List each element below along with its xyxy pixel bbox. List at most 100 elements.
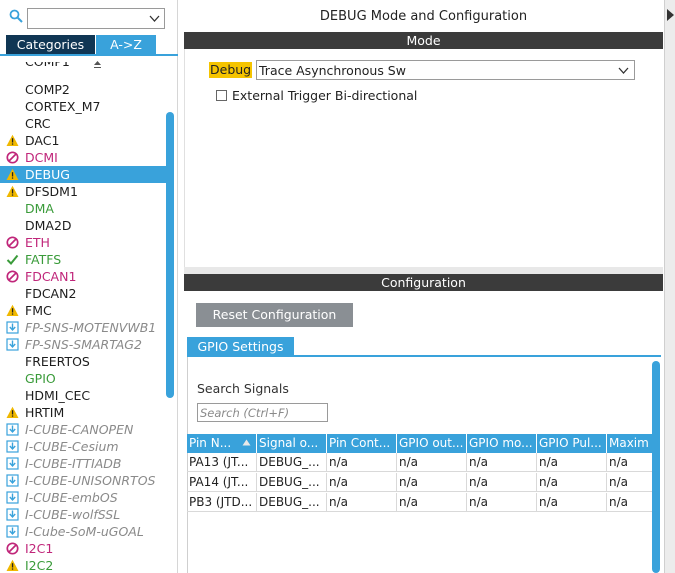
- list-item[interactable]: COMP1: [0, 62, 166, 72]
- list-item-label: COMP1: [25, 62, 70, 70]
- sidebar-item-fdcan1[interactable]: FDCAN1: [0, 268, 166, 285]
- sidebar-item-i-cube-ittiadb[interactable]: I-CUBE-ITTIADB: [0, 455, 166, 472]
- section-splitter[interactable]: [184, 267, 663, 274]
- column-header-label: Maxim: [609, 436, 649, 450]
- component-list-scrollbar[interactable]: [166, 112, 174, 398]
- sidebar-item-eth[interactable]: ETH: [0, 234, 166, 251]
- sidebar-item-label: DFSDM1: [25, 184, 78, 199]
- column-header[interactable]: GPIO mo...: [467, 434, 537, 453]
- tab-categories[interactable]: Categories: [6, 35, 95, 54]
- mode-section: [184, 49, 663, 267]
- pack-download-icon: [6, 338, 19, 351]
- column-header[interactable]: Signal o...: [257, 434, 327, 453]
- debug-mode-select[interactable]: Trace Asynchronous Sw: [256, 60, 635, 80]
- sidebar-item-comp2[interactable]: COMP2: [0, 81, 166, 98]
- column-header[interactable]: GPIO out...: [397, 434, 467, 453]
- error-icon: [6, 270, 19, 283]
- sidebar-item-label: I-CUBE-embOS: [25, 490, 118, 505]
- table-row[interactable]: PB3 (JTD... DEBUG_... n/a n/a n/a n/a n/a: [187, 493, 652, 512]
- mode-header: Mode: [184, 32, 663, 49]
- column-header[interactable]: Pin Cont...: [327, 434, 397, 453]
- component-search-combo[interactable]: [27, 8, 165, 29]
- sidebar-item-label: I2C1: [25, 541, 54, 556]
- sidebar-item-i-cube-wolfssl[interactable]: I-CUBE-wolfSSL: [0, 506, 166, 523]
- collapse-arrow-icon[interactable]: [666, 8, 675, 22]
- external-trigger-label: External Trigger Bi-directional: [232, 88, 418, 103]
- sidebar-item-dcmi[interactable]: DCMI: [0, 149, 166, 166]
- sidebar-item-i-cube-embos[interactable]: I-CUBE-embOS: [0, 489, 166, 506]
- sidebar-item-fp-sns-motenvwb1[interactable]: FP-SNS-MOTENVWB1: [0, 319, 166, 336]
- column-header-label: GPIO mo...: [469, 436, 533, 450]
- sidebar-item-hdmi-cec[interactable]: HDMI_CEC: [0, 387, 166, 404]
- sidebar-item-label: GPIO: [25, 371, 56, 386]
- column-header[interactable]: Maxim: [607, 434, 652, 453]
- sidebar-item-label: I-CUBE-Cesium: [25, 439, 119, 454]
- sidebar-item-dfsdm1[interactable]: DFSDM1: [0, 183, 166, 200]
- chevron-down-icon[interactable]: [149, 13, 160, 24]
- sidebar-item-fatfs[interactable]: FATFS: [0, 251, 166, 268]
- sidebar-item-i-cube-som-ugoal[interactable]: I-Cube-SoM-uGOAL: [0, 523, 166, 540]
- component-search-row: [0, 0, 178, 34]
- sidebar-item-i2c2[interactable]: I2C2: [0, 557, 166, 573]
- sidebar-item-debug[interactable]: DEBUG: [0, 166, 166, 183]
- sidebar-item-label: FDCAN2: [25, 286, 77, 301]
- tab-gpio-settings[interactable]: GPIO Settings: [187, 337, 294, 356]
- sidebar-item-gpio[interactable]: GPIO: [0, 370, 166, 387]
- reset-configuration-button[interactable]: Reset Configuration: [196, 303, 353, 327]
- search-signals-field[interactable]: [197, 403, 328, 422]
- column-header[interactable]: Pin N...: [187, 434, 257, 453]
- sidebar-item-label: ETH: [25, 235, 50, 250]
- sidebar-item-dac1[interactable]: DAC1: [0, 132, 166, 149]
- gpio-panel-scrollbar[interactable]: [652, 361, 660, 573]
- warning-icon: [6, 168, 19, 180]
- column-header-label: GPIO out...: [399, 436, 464, 450]
- search-signals-input[interactable]: [198, 404, 324, 421]
- sidebar-item-label: FP-SNS-SMARTAG2: [25, 337, 142, 352]
- column-header-label: Signal o...: [259, 436, 319, 450]
- sidebar-item-label: I-CUBE-wolfSSL: [25, 507, 121, 522]
- table-row[interactable]: PA13 (JT... DEBUG_... n/a n/a n/a n/a n/a: [187, 453, 652, 472]
- sidebar-item-fmc[interactable]: FMC: [0, 302, 166, 319]
- table-cell: n/a: [467, 453, 537, 472]
- sidebar-item-crc[interactable]: CRC: [0, 115, 166, 132]
- sidebar-item-i2c1[interactable]: I2C1: [0, 540, 166, 557]
- sidebar-item-label: DCMI: [25, 150, 58, 165]
- sidebar-item-label: CORTEX_M7: [25, 99, 101, 114]
- external-trigger-checkbox[interactable]: [216, 90, 227, 101]
- sidebar-item-label: DEBUG: [25, 167, 70, 182]
- page-title: DEBUG Mode and Configuration: [319, 9, 528, 24]
- sidebar-item-label: HRTIM: [25, 405, 65, 420]
- chevron-down-icon: [618, 67, 629, 74]
- sidebar-item-i-cube-cesium[interactable]: I-CUBE-Cesium: [0, 438, 166, 455]
- sidebar-item-i-cube-canopen[interactable]: I-CUBE-CANOPEN: [0, 421, 166, 438]
- sidebar-item-hrtim[interactable]: HRTIM: [0, 404, 166, 421]
- gpio-table: Pin N... Signal o... Pin Cont... GPIO out..…: [187, 434, 652, 514]
- tab-a-to-z[interactable]: A->Z: [96, 35, 156, 54]
- search-signals-label: Search Signals: [197, 381, 289, 396]
- component-search-input[interactable]: [28, 9, 146, 28]
- sidebar-item-dma2d[interactable]: DMA2D: [0, 217, 166, 234]
- component-list: COMP1 COMP2 CORTEX_M7 CRC DAC1 DCMI DEBUG DFSD…: [0, 56, 176, 573]
- sidebar-item-label: I-CUBE-ITTIADB: [25, 456, 122, 471]
- table-row[interactable]: PA14 (JT... DEBUG_... n/a n/a n/a n/a n/a: [187, 473, 652, 492]
- column-header[interactable]: GPIO Pul...: [537, 434, 607, 453]
- table-cell: PA13 (JT...: [187, 453, 257, 472]
- sidebar-item-i-cube-unisonrtos[interactable]: I-CUBE-UNISONRTOS: [0, 472, 166, 489]
- sidebar-item-fdcan2[interactable]: FDCAN2: [0, 285, 166, 302]
- check-icon: [6, 254, 19, 265]
- sidebar-item-fp-sns-smartag2[interactable]: FP-SNS-SMARTAG2: [0, 336, 166, 353]
- sidebar-item-label: FREERTOS: [25, 354, 90, 369]
- table-cell: n/a: [327, 473, 397, 492]
- error-icon: [6, 542, 19, 555]
- scroll-up-icon[interactable]: [93, 60, 102, 70]
- sidebar-item-dma[interactable]: DMA: [0, 200, 166, 217]
- table-cell: DEBUG_...: [257, 493, 327, 512]
- component-sidebar: Categories A->Z COMP1 COMP2 CORTEX_M7 CRC D…: [0, 0, 178, 573]
- sidebar-item-label: I-CUBE-CANOPEN: [25, 422, 134, 437]
- search-icon[interactable]: [9, 9, 23, 23]
- table-cell: n/a: [397, 493, 467, 512]
- sort-ascending-icon: [242, 439, 251, 446]
- sidebar-item-cortex-m7[interactable]: CORTEX_M7: [0, 98, 166, 115]
- sidebar-item-label: I-CUBE-UNISONRTOS: [25, 473, 156, 488]
- sidebar-item-freertos[interactable]: FREERTOS: [0, 353, 166, 370]
